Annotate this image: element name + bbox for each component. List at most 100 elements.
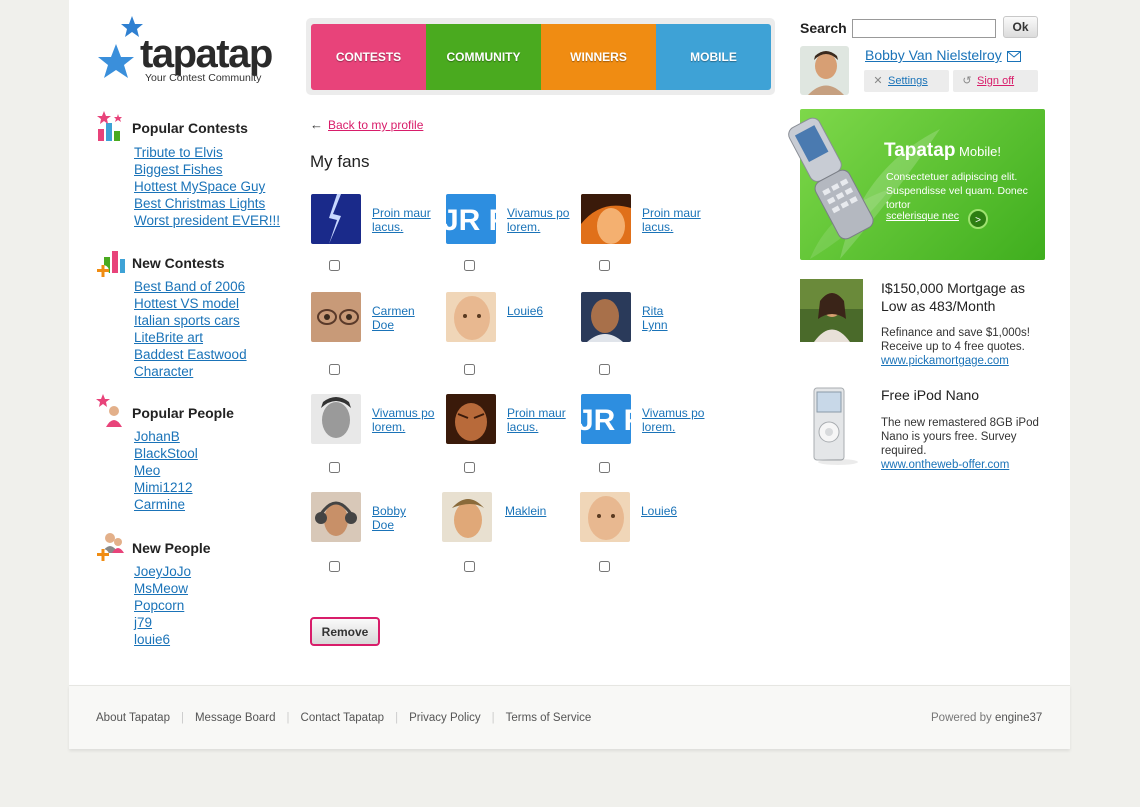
logo-wordmark: tapatap — [140, 32, 273, 76]
new-person-link[interactable]: j79 — [134, 615, 152, 630]
back-to-profile-link[interactable]: Back to my profile — [328, 118, 423, 132]
settings-link[interactable]: Settings — [888, 75, 928, 87]
fan-select-checkbox[interactable] — [599, 462, 610, 473]
fan-card: Proin maur lacus. — [581, 194, 711, 284]
fan-select-checkbox[interactable] — [329, 462, 340, 473]
popular-person-link[interactable]: JohanB — [134, 429, 180, 444]
new-contest-link[interactable]: Italian sports cars — [134, 313, 240, 328]
fan-avatar[interactable] — [446, 292, 496, 342]
new-person-link[interactable]: Popcorn — [134, 598, 184, 613]
fan-select-checkbox[interactable] — [599, 364, 610, 375]
nav-tab-label: MOBILE — [690, 50, 737, 64]
fan-name-link[interactable]: Proin maur lacus. — [372, 206, 444, 234]
popular-contest-link[interactable]: Hottest MySpace Guy — [134, 179, 265, 194]
fan-avatar[interactable]: JR F — [581, 394, 631, 444]
popular-person-link[interactable]: Meo — [134, 463, 160, 478]
new-people-title: New People — [132, 540, 211, 556]
new-contest-link[interactable]: Hottest VS model — [134, 296, 239, 311]
fan-avatar[interactable] — [580, 492, 630, 542]
ipod-icon[interactable] — [800, 386, 863, 466]
nav-tab-contests[interactable]: CONTESTS — [311, 24, 426, 90]
mail-icon[interactable] — [1007, 51, 1021, 62]
fan-name-link[interactable]: Rita Lynn — [642, 304, 714, 332]
fan-avatar[interactable] — [442, 492, 492, 542]
fan-select-checkbox[interactable] — [599, 260, 610, 271]
ad-mortgage-text: Refinance and save $1,000s! Receive up t… — [881, 327, 1030, 353]
popular-person-link[interactable]: Mimi1212 — [134, 480, 193, 495]
new-contest-link[interactable]: LiteBrite art — [134, 330, 203, 345]
fan-avatar[interactable] — [311, 292, 361, 342]
fan-name-link[interactable]: Bobby Doe — [372, 504, 444, 532]
fan-avatar[interactable] — [311, 194, 361, 244]
fan-select-checkbox[interactable] — [464, 462, 475, 473]
popular-people-icon — [96, 394, 122, 427]
logo-tagline: Your Contest Community — [145, 72, 262, 84]
fan-select-checkbox[interactable] — [329, 561, 340, 572]
signoff-button[interactable]: ↺ Sign off — [953, 70, 1038, 92]
new-people-icon — [97, 533, 124, 561]
fan-avatar[interactable] — [446, 394, 496, 444]
popular-person-link[interactable]: BlackStool — [134, 446, 198, 461]
new-person-link[interactable]: JoeyJoJo — [134, 564, 191, 579]
fan-name-link[interactable]: Louie6 — [641, 504, 713, 518]
ad-mortgage-image[interactable] — [800, 279, 863, 342]
nav-tab-mobile[interactable]: MOBILE — [656, 24, 771, 90]
popular-contest-link[interactable]: Tribute to Elvis — [134, 145, 223, 160]
search-input[interactable] — [852, 19, 996, 38]
search-ok-button[interactable]: Ok — [1003, 16, 1038, 38]
footer-link-contact[interactable]: Contact Tapatap — [301, 712, 385, 724]
remove-button[interactable]: Remove — [310, 617, 380, 646]
fan-name-link[interactable]: Vivamus po lorem. — [372, 406, 444, 434]
fan-card: Louie6 — [446, 292, 576, 382]
fan-name-link[interactable]: Vivamus po lorem. — [642, 406, 714, 434]
fan-name-link[interactable]: Vivamus po lorem. — [507, 206, 579, 234]
fan-avatar[interactable] — [311, 394, 361, 444]
ad-mortgage-link[interactable]: www.pickamortgage.com — [881, 355, 1009, 367]
popular-contest-link[interactable]: Worst president EVER!!! — [134, 213, 280, 228]
fan-select-checkbox[interactable] — [599, 561, 610, 572]
fan-select-checkbox[interactable] — [464, 260, 475, 271]
svg-text:JR F: JR F — [446, 204, 496, 237]
fan-select-checkbox[interactable] — [329, 364, 340, 375]
new-contest-link[interactable]: Baddest Eastwood — [134, 347, 247, 362]
promo-link[interactable]: scelerisque nec — [886, 210, 959, 222]
new-contest-link[interactable]: Character — [134, 364, 193, 379]
new-person-link[interactable]: MsMeow — [134, 581, 188, 596]
settings-button[interactable]: ✕ Settings — [864, 70, 949, 92]
fan-name-link[interactable]: Louie6 — [507, 304, 579, 318]
signoff-link[interactable]: Sign off — [977, 75, 1014, 87]
fan-select-checkbox[interactable] — [464, 364, 475, 375]
new-contest-link[interactable]: Best Band of 2006 — [134, 279, 245, 294]
user-avatar[interactable] — [800, 46, 849, 95]
ad-ipod-link[interactable]: www.ontheweb-offer.com — [881, 459, 1009, 471]
ad-mortgage-title: I$150,000 Mortgage as Low as 483/Month — [881, 280, 1025, 314]
fan-select-checkbox[interactable] — [464, 561, 475, 572]
new-person-link[interactable]: louie6 — [134, 632, 170, 647]
popular-contest-link[interactable]: Best Christmas Lights — [134, 196, 265, 211]
user-profile-link[interactable]: Bobby Van Nielstelroy — [865, 47, 1002, 63]
fan-avatar[interactable] — [311, 492, 361, 542]
popular-contests-section: Popular Contests Tribute to Elvis Bigges… — [96, 109, 296, 234]
popular-contest-link[interactable]: Biggest Fishes — [134, 162, 223, 177]
footer-link-about[interactable]: About Tapatap — [96, 712, 170, 724]
page-title: My fans — [310, 152, 370, 171]
footer-link-terms[interactable]: Terms of Service — [506, 712, 592, 724]
fan-avatar[interactable]: JR F — [446, 194, 496, 244]
fan-name-link[interactable]: Proin maur lacus. — [507, 406, 579, 434]
fan-select-checkbox[interactable] — [329, 260, 340, 271]
promo-go-button[interactable]: > — [968, 209, 988, 229]
nav-tab-winners[interactable]: WINNERS — [541, 24, 656, 90]
footer-link-message-board[interactable]: Message Board — [195, 712, 276, 724]
nav-tab-community[interactable]: COMMUNITY — [426, 24, 541, 90]
fan-avatar[interactable] — [581, 194, 631, 244]
fan-name-link[interactable]: Maklein — [505, 504, 577, 518]
fan-avatar[interactable] — [581, 292, 631, 342]
logo[interactable]: tapatap Your Contest Community — [96, 14, 276, 84]
footer-link-privacy[interactable]: Privacy Policy — [409, 712, 481, 724]
new-contests-list: Best Band of 2006 Hottest VS model Itali… — [134, 278, 247, 380]
popular-person-link[interactable]: Carmine — [134, 497, 185, 512]
powered-by[interactable]: Powered by engine37 — [931, 712, 1042, 724]
fan-name-link[interactable]: Carmen Doe — [372, 304, 444, 332]
fan-name-link[interactable]: Proin maur lacus. — [642, 206, 714, 234]
fan-card: Proin maur lacus. — [311, 194, 441, 284]
